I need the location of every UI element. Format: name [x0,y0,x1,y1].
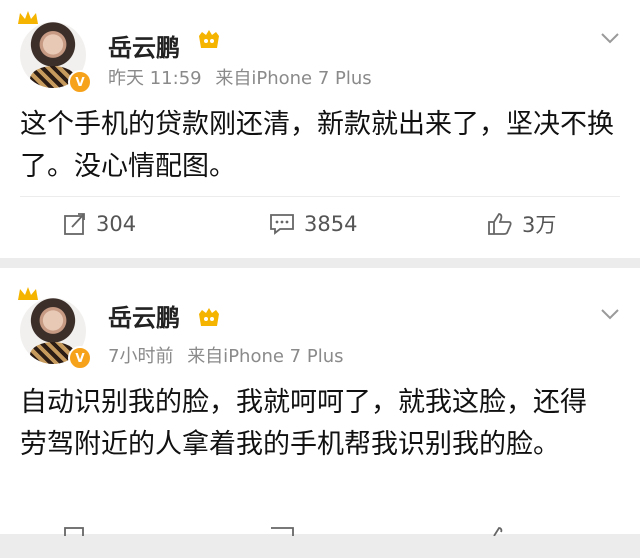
verified-icon: V [68,346,92,370]
like-button[interactable]: 3万 [486,204,556,244]
thumbs-up-icon [488,213,512,235]
repost-count: 304 [96,212,137,236]
like-count: 3万 [522,213,557,237]
username[interactable]: 岳云鹏 [108,28,180,63]
chevron-down-icon[interactable] [598,28,622,48]
verified-icon: V [68,70,92,94]
repost-icon [64,213,85,235]
comment-icon [270,214,294,235]
member-badge-icon [199,30,219,48]
repost-button[interactable]: 304 [62,204,136,244]
avatar[interactable]: V [16,8,92,94]
comment-button[interactable]: 3854 [268,204,357,244]
post-content: 自动识别我的脸，我就呵呵了，就我这脸，还得劳驾附近的人拿着我的手机帮我识别我的脸… [20,387,587,460]
member-badge-icon [199,308,219,326]
post-source: 来自iPhone 7 Plus [215,68,372,89]
post-time: 昨天 11:59 [108,68,202,89]
post-actions: 304 3854 3万 [0,204,640,244]
post-content: 这个手机的贷款刚还清，新款就出来了，坚决不换了。没心情配图。 [20,109,614,182]
weibo-post: V 岳云鹏 7小时前 来自iPhone 7 Plus 自动识别我的脸，我就呵呵了… [0,268,640,536]
avatar[interactable]: V [16,284,92,370]
post-actions-partial [0,518,640,558]
post-time: 7小时前 [108,346,174,367]
chevron-down-icon[interactable] [598,304,622,324]
divider [20,196,620,197]
post-source: 来自iPhone 7 Plus [187,346,344,367]
post-meta: 7小时前 来自iPhone 7 Plus [108,342,351,368]
username[interactable]: 岳云鹏 [108,298,180,333]
weibo-post: V 岳云鹏 昨天 11:59 来自iPhone 7 Plus 这个手机的贷款刚还… [0,0,640,258]
comment-count: 3854 [304,212,358,236]
post-meta: 昨天 11:59 来自iPhone 7 Plus [108,64,380,90]
